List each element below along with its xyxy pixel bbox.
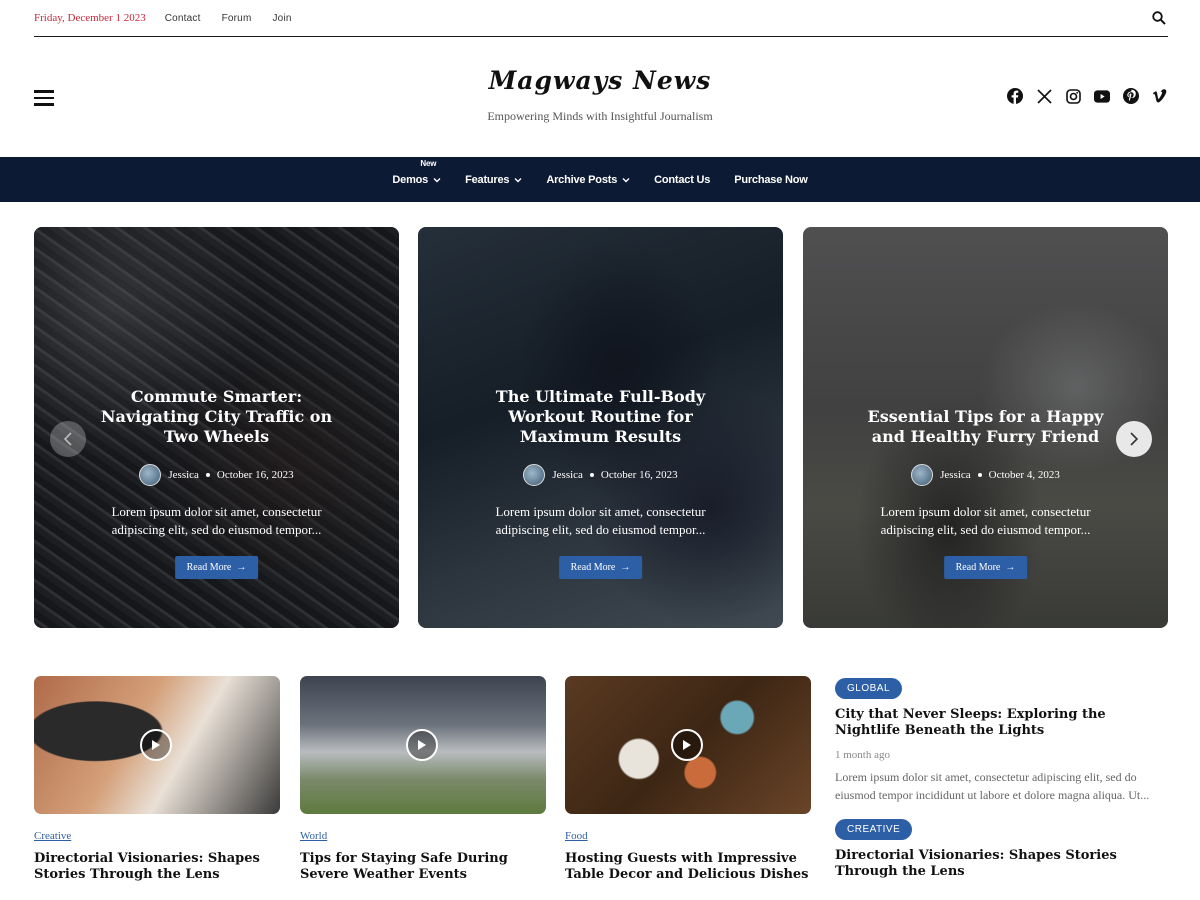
side-post-list: GLOBAL City that Never Sleeps: Exploring… — [835, 676, 1170, 880]
pinterest-icon[interactable] — [1123, 88, 1139, 104]
post-card: Food Hosting Guests with Impressive Tabl… — [565, 676, 811, 883]
facebook-icon[interactable] — [1007, 88, 1023, 104]
post-category[interactable]: World — [300, 830, 546, 842]
slider-next-button[interactable] — [1116, 421, 1152, 457]
post-card: Creative Directorial Visionaries: Shapes… — [34, 676, 280, 883]
slide-title[interactable]: Commute Smarter: Navigating City Traffic… — [84, 387, 349, 447]
search-icon[interactable] — [1152, 10, 1168, 26]
slide-title[interactable]: The Ultimate Full-Body Workout Routine f… — [468, 387, 733, 447]
slide[interactable]: Essential Tips for a Happy and Healthy F… — [803, 227, 1168, 628]
site-header: Magways News Empowering Minds with Insig… — [0, 38, 1200, 157]
chevron-right-icon — [1130, 432, 1139, 446]
post-thumbnail[interactable] — [565, 676, 811, 814]
post-date: October 16, 2023 — [216, 469, 294, 481]
post-category[interactable]: Food — [565, 830, 811, 842]
current-date: Friday, December 1 2023 — [34, 12, 146, 24]
nav-item-label: Purchase Now — [734, 173, 808, 186]
play-icon[interactable] — [140, 729, 172, 761]
slide-excerpt: Lorem ipsum dolor sit amet, consectetur … — [495, 504, 706, 537]
top-bar: Friday, December 1 2023 Contact Forum Jo… — [34, 0, 1168, 37]
slide-excerpt: Lorem ipsum dolor sit amet, consectetur … — [880, 504, 1091, 537]
read-more-button[interactable]: Read More → — [943, 556, 1028, 579]
play-icon[interactable] — [406, 729, 438, 761]
read-more-label: Read More — [186, 562, 232, 573]
read-more-button[interactable]: Read More → — [558, 556, 643, 579]
author-name[interactable]: Jessica — [168, 469, 199, 481]
post-time: 1 month ago — [835, 749, 890, 761]
avatar — [139, 464, 162, 486]
arrow-right-icon: → — [236, 562, 247, 573]
post-title[interactable]: Hosting Guests with Impressive Table Dec… — [565, 851, 811, 883]
nav-item-contact-us[interactable]: Contact Us — [654, 174, 710, 186]
nav-item-label: Contact Us — [654, 173, 711, 186]
category-pill[interactable]: CREATIVE — [835, 819, 913, 840]
site-tagline: Empowering Minds with Insightful Journal… — [487, 109, 713, 123]
post-title[interactable]: Directorial Visionaries: Shapes Stories … — [34, 851, 280, 883]
slide-meta: Jessica October 4, 2023 — [803, 464, 1168, 486]
nav-item-label: Demos — [392, 173, 429, 186]
slide-meta: Jessica October 16, 2023 — [418, 464, 783, 486]
nav-item-archive-posts[interactable]: Archive Posts — [546, 174, 630, 186]
vimeo-icon[interactable] — [1152, 88, 1168, 104]
avatar — [523, 464, 546, 486]
chevron-down-icon — [514, 177, 522, 182]
social-links — [1007, 88, 1168, 104]
youtube-icon[interactable] — [1094, 88, 1110, 104]
read-more-label: Read More — [955, 562, 1001, 573]
read-more-button[interactable]: Read More → — [174, 556, 259, 579]
post-category[interactable]: Creative — [34, 830, 280, 842]
post-thumbnail[interactable] — [34, 676, 280, 814]
main-nav: New Demos Features Archive Posts Contact… — [0, 157, 1200, 202]
x-icon[interactable] — [1036, 88, 1052, 104]
slide-excerpt: Lorem ipsum dolor sit amet, consectetur … — [111, 504, 322, 537]
top-link-join[interactable]: Join — [272, 13, 291, 24]
chevron-left-icon — [63, 432, 72, 446]
author-name[interactable]: Jessica — [552, 469, 583, 481]
slide[interactable]: The Ultimate Full-Body Workout Routine f… — [418, 227, 783, 628]
post-title[interactable]: City that Never Sleeps: Exploring the Ni… — [835, 707, 1170, 739]
slider-prev-button[interactable] — [50, 421, 86, 457]
author-name[interactable]: Jessica — [940, 469, 971, 481]
slide[interactable]: Commute Smarter: Navigating City Traffic… — [34, 227, 399, 628]
top-link-forum[interactable]: Forum — [222, 13, 252, 24]
new-badge: New — [420, 158, 437, 168]
chevron-down-icon — [433, 177, 441, 182]
post-excerpt: Lorem ipsum dolor sit amet, consectetur … — [835, 770, 1150, 802]
featured-slider: Commute Smarter: Navigating City Traffic… — [34, 227, 1168, 628]
nav-item-label: Features — [465, 173, 510, 186]
nav-item-demos[interactable]: New Demos — [392, 159, 441, 186]
arrow-right-icon: → — [620, 562, 631, 573]
play-icon[interactable] — [671, 729, 703, 761]
post-thumbnail[interactable] — [300, 676, 546, 814]
slide-meta: Jessica October 16, 2023 — [34, 464, 399, 486]
post-date: October 16, 2023 — [600, 469, 678, 481]
instagram-icon[interactable] — [1065, 88, 1081, 104]
category-pill[interactable]: GLOBAL — [835, 678, 903, 699]
post-title[interactable]: Tips for Staying Safe During Severe Weat… — [300, 851, 546, 883]
post-date: October 4, 2023 — [988, 469, 1060, 481]
post-title[interactable]: Directorial Visionaries: Shapes Stories … — [835, 848, 1170, 880]
avatar — [911, 464, 934, 486]
post-card: World Tips for Staying Safe During Sever… — [300, 676, 546, 883]
arrow-right-icon: → — [1005, 562, 1016, 573]
read-more-label: Read More — [570, 562, 616, 573]
chevron-down-icon — [622, 177, 630, 182]
slide-title[interactable]: Essential Tips for a Happy and Healthy F… — [853, 407, 1118, 447]
top-link-contact[interactable]: Contact — [165, 13, 201, 24]
nav-item-purchase-now[interactable]: Purchase Now — [734, 173, 808, 186]
nav-item-features[interactable]: Features — [465, 174, 522, 186]
nav-item-label: Archive Posts — [546, 173, 618, 186]
side-post: CREATIVE Directorial Visionaries: Shapes… — [835, 817, 1170, 880]
